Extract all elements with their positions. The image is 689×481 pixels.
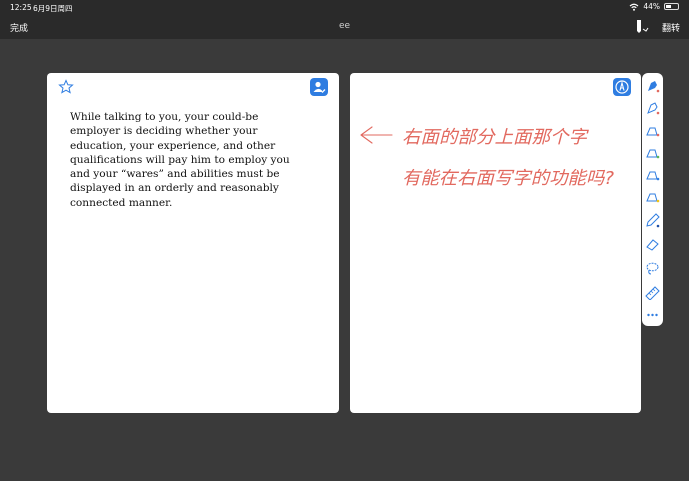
fountain-pen-tool-icon[interactable] <box>645 79 660 94</box>
highlighter-tool-2-icon[interactable] <box>645 145 660 160</box>
status-bar: 12:25 6月9日周四 44% <box>0 0 689 14</box>
status-time: 12:25 <box>10 3 32 12</box>
arrow-icon <box>360 126 393 144</box>
star-icon[interactable] <box>58 79 74 95</box>
battery-fill <box>666 5 671 8</box>
person-edit-icon <box>313 81 326 93</box>
tool-palette <box>642 73 663 326</box>
left-page: While talking to you, your could-be empl… <box>47 73 339 413</box>
pen-tool-icon[interactable] <box>645 101 660 116</box>
annotation-line-2: 有能在右面写字的功能吗? <box>402 168 614 189</box>
highlighter-tool-4-icon[interactable] <box>645 189 660 204</box>
highlighter-tool-3-icon[interactable] <box>645 167 660 182</box>
assign-user-button[interactable] <box>310 78 328 96</box>
pencil-tool-icon[interactable] <box>645 213 660 228</box>
wifi-icon <box>629 3 639 11</box>
page-text: While talking to you, your could-be empl… <box>70 111 290 209</box>
eraser-tool-icon[interactable] <box>645 237 660 252</box>
highlighter-tool-1-icon[interactable] <box>645 123 660 138</box>
status-right: 44% <box>629 2 679 11</box>
pen-toggle-icon[interactable] <box>635 19 649 33</box>
right-page[interactable]: 右面的部分上面那个字 有能在右面写字的功能吗? <box>350 73 641 413</box>
ruler-tool-icon[interactable] <box>645 285 660 300</box>
annotation-line-1: 右面的部分上面那个字 <box>402 127 589 148</box>
document-title: ee <box>338 21 351 31</box>
status-date: 6月9日周四 <box>33 4 73 13</box>
nav-bar: 完成 ee 翻转 <box>0 14 689 39</box>
battery-percent: 44% <box>643 2 660 11</box>
lasso-tool-icon[interactable] <box>645 261 660 276</box>
handwritten-annotation: 右面的部分上面那个字 有能在右面写字的功能吗? <box>360 126 614 189</box>
battery-icon <box>664 3 679 10</box>
flip-button[interactable]: 翻转 <box>662 21 680 34</box>
more-icon[interactable] <box>645 307 660 322</box>
